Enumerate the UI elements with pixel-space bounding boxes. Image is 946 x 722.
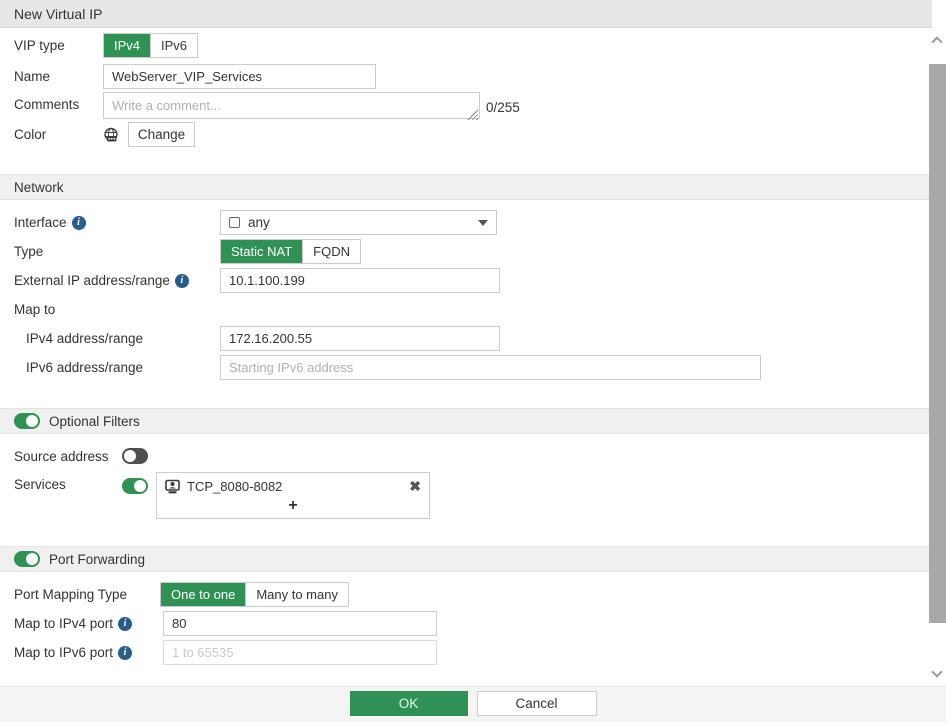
map-to-ipv4-port-label-text: Map to IPv4 port [14,616,113,631]
interface-dropdown[interactable]: any [220,210,497,235]
vip-type-segmented: IPv4 IPv6 [103,33,198,58]
map-to-label-row: Map to [14,300,55,318]
comments-label: Comments [14,97,103,112]
optional-filters-toggle[interactable] [14,413,40,429]
vertical-scrollbar[interactable] [929,28,946,686]
comments-char-counter: 0/255 [486,100,520,115]
services-selector: TCP_8080-8082 ✖ + [156,472,430,519]
map-to-ipv6-label: IPv6 address/range [26,360,220,375]
port-mapping-type-segmented: One to one Many to many [160,582,349,607]
ok-button[interactable]: OK [350,691,468,716]
new-virtual-ip-dialog: New Virtual IP VIP type IPv4 IPv6 Name C… [0,0,946,722]
external-ip-input[interactable] [220,268,500,293]
toggle-knob [124,450,136,462]
map-to-label: Map to [14,302,55,317]
map-to-ipv6-port-label: Map to IPv6 port i [14,645,163,660]
toggle-knob [26,553,38,565]
optional-filters-section-header: Optional Filters [0,408,932,434]
color-label: Color [14,127,94,142]
type-segmented: Static NAT FQDN [220,239,361,264]
scroll-up-icon[interactable] [931,36,942,47]
map-to-ipv4-label: IPv4 address/range [26,331,220,346]
network-section-title: Network [14,180,64,195]
comments-input[interactable] [103,92,480,119]
service-entry: TCP_8080-8082 ✖ [157,473,429,497]
port-forwarding-section-title: Port Forwarding [49,552,145,567]
page-title: New Virtual IP [14,6,102,22]
service-entry-name: TCP_8080-8082 [187,479,282,494]
name-label: Name [14,69,103,84]
vip-type-row: VIP type IPv4 IPv6 [14,32,198,58]
service-icon [165,479,180,494]
map-to-ipv6-port-input[interactable] [163,640,437,665]
type-static-nat-option[interactable]: Static NAT [221,240,302,263]
services-toggle[interactable] [122,478,148,494]
optional-filters-section-title: Optional Filters [49,414,140,429]
name-row: Name [14,63,376,89]
chevron-down-icon [478,220,488,226]
type-label: Type [14,244,220,259]
footer-bar: OK Cancel [0,686,946,722]
vip-type-ipv4-option[interactable]: IPv4 [104,34,150,57]
vip-type-ipv6-option[interactable]: IPv6 [150,34,197,57]
vip-type-label: VIP type [14,38,103,53]
external-ip-label-text: External IP address/range [14,273,170,288]
many-to-many-option[interactable]: Many to many [245,583,348,606]
map-to-ipv6-row: IPv6 address/range [26,355,761,380]
any-interface-icon [229,217,240,228]
toggle-knob [26,415,38,427]
info-icon[interactable]: i [72,216,86,230]
source-address-row: Source address [14,447,148,465]
map-to-ipv4-row: IPv4 address/range [26,326,500,351]
map-to-ipv4-input[interactable] [220,326,500,351]
info-icon[interactable]: i [175,274,189,288]
info-icon[interactable]: i [118,646,132,660]
dialog-title-bar: New Virtual IP [0,0,932,28]
scroll-down-icon[interactable] [931,666,942,677]
source-address-label: Source address [14,449,122,464]
cancel-button[interactable]: Cancel [477,691,597,716]
toggle-knob [134,480,146,492]
type-fqdn-option[interactable]: FQDN [302,240,360,263]
color-swatch-icon [103,127,119,143]
one-to-one-option[interactable]: One to one [161,583,245,606]
color-row: Color Change [14,122,195,147]
network-section-header: Network [0,174,932,200]
interface-row: Interface i any [14,210,497,235]
map-to-ipv6-input[interactable] [220,355,761,380]
map-to-ipv6-port-label-text: Map to IPv6 port [14,645,113,660]
interface-label: Interface i [14,215,220,230]
map-to-ipv4-port-row: Map to IPv4 port i [14,611,437,636]
add-service-button[interactable]: + [157,497,429,518]
map-to-ipv4-port-input[interactable] [163,611,437,636]
services-label: Services [14,477,122,492]
source-address-toggle[interactable] [122,448,148,464]
info-icon[interactable]: i [118,617,132,631]
name-input[interactable] [103,64,376,89]
external-ip-label: External IP address/range i [14,273,220,288]
port-forwarding-section-header: Port Forwarding [0,546,932,572]
interface-selected-value: any [248,215,270,230]
port-mapping-type-label: Port Mapping Type [14,587,160,602]
map-to-ipv4-port-label: Map to IPv4 port i [14,616,163,631]
scrollbar-thumb[interactable] [929,64,946,623]
type-row: Type Static NAT FQDN [14,239,361,264]
interface-label-text: Interface [14,215,67,230]
comments-row: Comments 0/255 [14,92,520,120]
external-ip-row: External IP address/range i [14,268,500,293]
port-mapping-type-row: Port Mapping Type One to one Many to man… [14,582,349,607]
remove-service-icon[interactable]: ✖ [409,478,421,495]
map-to-ipv6-port-row: Map to IPv6 port i [14,640,437,665]
services-row: Services TCP_8080-8082 ✖ + [14,472,430,519]
port-forwarding-toggle[interactable] [14,551,40,567]
color-change-button[interactable]: Change [128,122,195,147]
